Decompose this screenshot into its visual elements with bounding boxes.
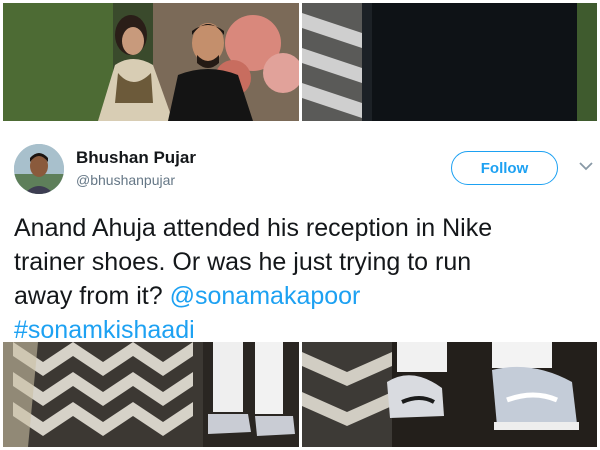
tweet-card: Bhushan Pujar @bhushanpujar Follow Anand… [0,124,600,344]
hashtag-link[interactable]: #sonamkishaadi [14,316,195,344]
author-name[interactable]: Bhushan Pujar [76,148,196,168]
photo-trainers-closeup [302,342,597,447]
photo-couple [3,3,299,121]
mention-link[interactable]: @sonamakapoor [170,282,361,310]
tweet-text-line-2: trainer shoes. Or was he just trying to … [14,248,472,276]
photo-dress-shoes [3,342,299,447]
follow-button[interactable]: Follow [451,151,558,185]
user-avatar[interactable] [14,144,64,194]
chevron-down-icon[interactable] [579,161,593,171]
tweet-text-line-1: Anand Ahuja attended his reception in Ni… [14,214,493,242]
photo-closeup-top [302,3,597,121]
tweet-text-line-3-text: away from it? [14,282,163,310]
author-handle[interactable]: @bhushanpujar [76,172,175,188]
tweet-text-line-3: away from it? @sonamakapoor [14,279,584,313]
tweet-text: Anand Ahuja attended his reception in Ni… [14,211,584,347]
